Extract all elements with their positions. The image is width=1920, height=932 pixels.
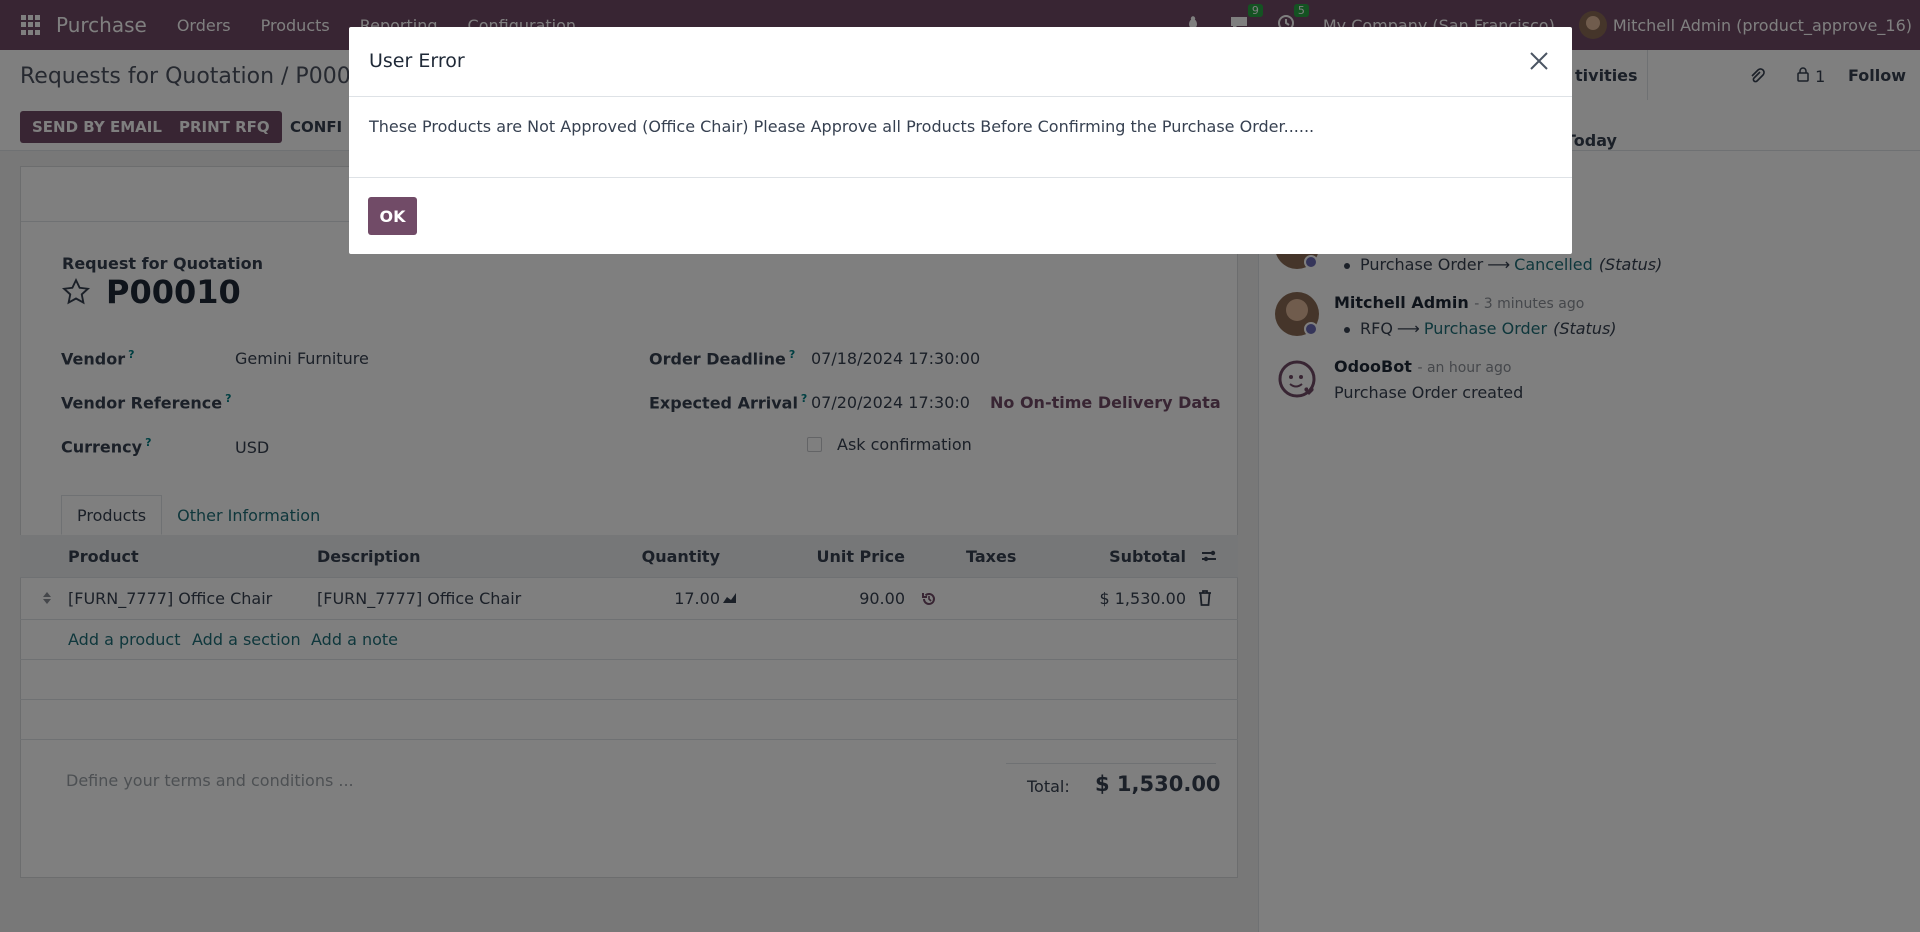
- close-icon[interactable]: [1528, 50, 1550, 72]
- dialog-message: These Products are Not Approved (Office …: [369, 117, 1315, 136]
- user-error-dialog: User Error These Products are Not Approv…: [349, 27, 1572, 254]
- dialog-body: These Products are Not Approved (Office …: [349, 97, 1572, 178]
- dialog-title: User Error: [369, 50, 465, 72]
- ok-button[interactable]: OK: [368, 197, 417, 235]
- dialog-header: User Error: [349, 27, 1572, 97]
